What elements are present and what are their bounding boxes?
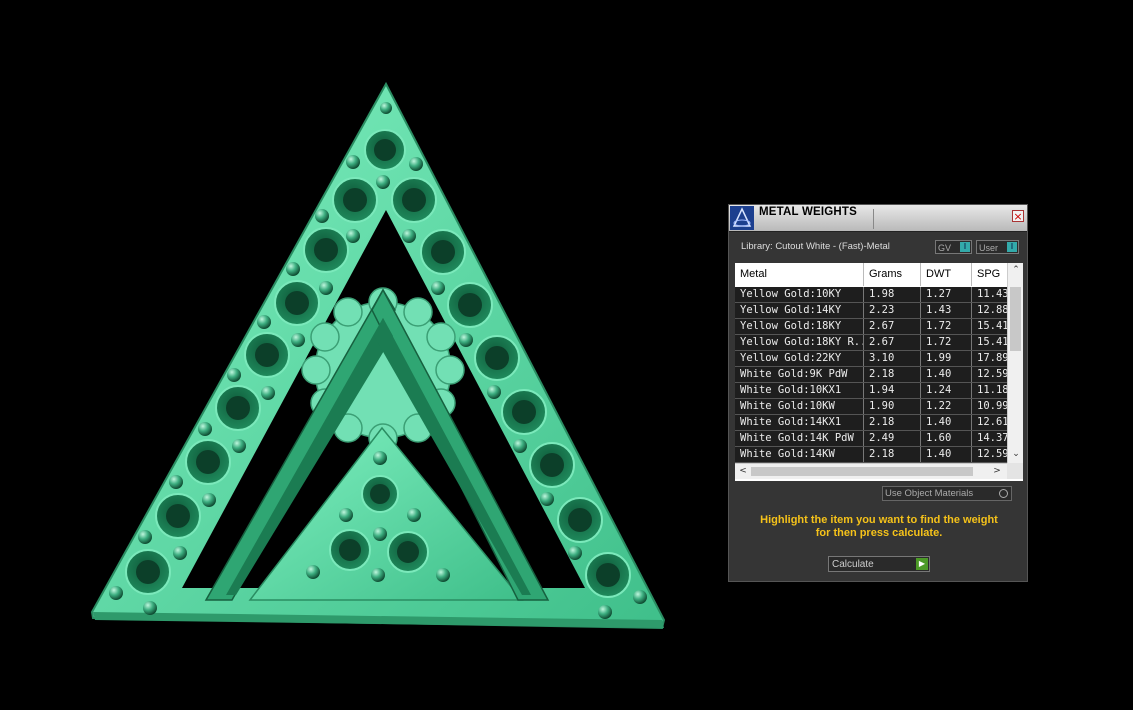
grams-cell: 2.18 [864,415,921,430]
spg-cell: 15.41 [977,320,1007,332]
spg-cell: 12.59 [977,448,1007,460]
grams-cell: 2.23 [864,303,921,318]
user-label: User [979,243,999,253]
dwt-cell: 1.40 [921,415,972,430]
header-grams[interactable]: Grams [864,263,921,286]
metal-cell: Yellow Gold:18KY R... [735,335,864,350]
calculate-label: Calculate [832,559,874,570]
vertical-scroll-thumb[interactable] [1010,287,1021,351]
table-row[interactable]: Yellow Gold:18KY R... 2.67 1.72 15.41 [735,335,1007,351]
spg-cell: 12.88 [977,304,1007,316]
instruction-line-2: for then press calculate. [815,527,943,539]
app-logo-icon [730,206,754,230]
scroll-corner [1007,463,1023,479]
metal-cell: White Gold:10KX1 [735,383,864,398]
dwt-cell: 1.40 [921,447,972,462]
metal-cell: Yellow Gold:22KY [735,351,864,366]
metal-cell: White Gold:14K PdW [735,431,864,446]
radio-icon[interactable] [999,489,1008,498]
metal-cell: White Gold:14KW [735,447,864,462]
metal-cell: Yellow Gold:14KY [735,303,864,318]
metal-cell: White Gold:9K PdW [735,367,864,382]
spg-cell: 12.61 [977,416,1007,428]
grams-cell: 1.90 [864,399,921,414]
table-row[interactable]: White Gold:10KW 1.90 1.22 10.99 [735,399,1007,415]
metal-table: Metal Grams DWT SPG Yellow Gold:10KY 1.9… [735,263,1023,481]
dwt-cell: 1.27 [921,287,972,302]
dwt-cell: 1.24 [921,383,972,398]
spg-cell: 15.41 [977,336,1007,348]
metal-weights-panel: METAL WEIGHTS × Library: Cutout White - … [728,204,1028,582]
metal-cell: Yellow Gold:18KY [735,319,864,334]
use-object-materials-option[interactable]: Use Object Materials [882,486,1012,501]
table-row[interactable]: Yellow Gold:10KY 1.98 1.27 11.43 [735,287,1007,303]
gv-toggle-indicator: I [960,242,970,252]
header-metal[interactable]: Metal [735,263,864,286]
grams-cell: 2.18 [864,367,921,382]
scroll-left-icon[interactable]: < [735,466,751,476]
dwt-cell: 1.60 [921,431,972,446]
calculate-button[interactable]: Calculate ▶ [828,556,930,572]
grams-cell: 1.94 [864,383,921,398]
scroll-right-icon[interactable]: > [989,466,1005,476]
spg-cell: 11.43 [977,288,1007,300]
table-row[interactable]: White Gold:10KX1 1.94 1.24 11.18 [735,383,1007,399]
metal-cell: Yellow Gold:10KY [735,287,864,302]
panel-titlebar[interactable]: METAL WEIGHTS × [729,205,1027,232]
metal-cell: White Gold:14KX1 [735,415,864,430]
gv-toggle[interactable]: GV I [935,240,972,254]
spg-cell: 17.89 [977,352,1007,364]
table-body: Yellow Gold:10KY 1.98 1.27 11.43 Yellow … [735,287,1007,463]
user-toggle-indicator: I [1007,242,1017,252]
title-divider [873,209,874,229]
table-row[interactable]: White Gold:14K PdW 2.49 1.60 14.37 [735,431,1007,447]
gv-label: GV [938,243,952,253]
spg-cell: 12.59 [977,368,1007,380]
user-toggle[interactable]: User I [976,240,1019,254]
table-row[interactable]: Yellow Gold:22KY 3.10 1.99 17.89 [735,351,1007,367]
header-dwt[interactable]: DWT [921,263,972,286]
grams-cell: 1.98 [864,287,921,302]
table-row[interactable]: Yellow Gold:18KY 2.67 1.72 15.41 [735,319,1007,335]
scroll-down-icon[interactable]: ⌄ [1008,449,1024,459]
use-object-materials-label: Use Object Materials [885,488,974,499]
table-row[interactable]: Yellow Gold:14KY 2.23 1.43 12.88 [735,303,1007,319]
close-button[interactable]: × [1012,210,1024,222]
table-row[interactable]: White Gold:9K PdW 2.18 1.40 12.59 [735,367,1007,383]
metal-cell: White Gold:10KW [735,399,864,414]
play-arrow-icon: ▶ [916,558,928,570]
spg-cell: 10.99 [977,400,1007,412]
table-row[interactable]: White Gold:14KW 2.18 1.40 12.59 [735,447,1007,463]
vertical-scrollbar[interactable]: ⌃ ⌄ [1007,263,1023,463]
grams-cell: 2.67 [864,335,921,350]
dwt-cell: 1.22 [921,399,972,414]
spg-cell: 14.37 [977,432,1007,444]
table-row[interactable]: White Gold:14KX1 2.18 1.40 12.61 [735,415,1007,431]
dwt-cell: 1.72 [921,335,972,350]
grams-cell: 2.18 [864,447,921,462]
dwt-cell: 1.72 [921,319,972,334]
dwt-cell: 1.40 [921,367,972,382]
horizontal-scrollbar[interactable]: < > [735,463,1007,479]
dwt-cell: 1.43 [921,303,972,318]
scroll-up-icon[interactable]: ⌃ [1008,265,1024,275]
horizontal-scroll-thumb[interactable] [751,467,973,476]
panel-title: METAL WEIGHTS [759,206,858,218]
instruction-text: Highlight the item you want to find the … [739,514,1019,540]
instruction-line-1: Highlight the item you want to find the … [760,514,998,526]
table-header: Metal Grams DWT SPG [735,263,1007,286]
header-spg[interactable]: SPG [972,263,1007,286]
grams-cell: 3.10 [864,351,921,366]
grams-cell: 2.49 [864,431,921,446]
library-label: Library: Cutout White - (Fast)-Metal [741,241,890,252]
dwt-cell: 1.99 [921,351,972,366]
spg-cell: 11.18 [977,384,1007,396]
grams-cell: 2.67 [864,319,921,334]
